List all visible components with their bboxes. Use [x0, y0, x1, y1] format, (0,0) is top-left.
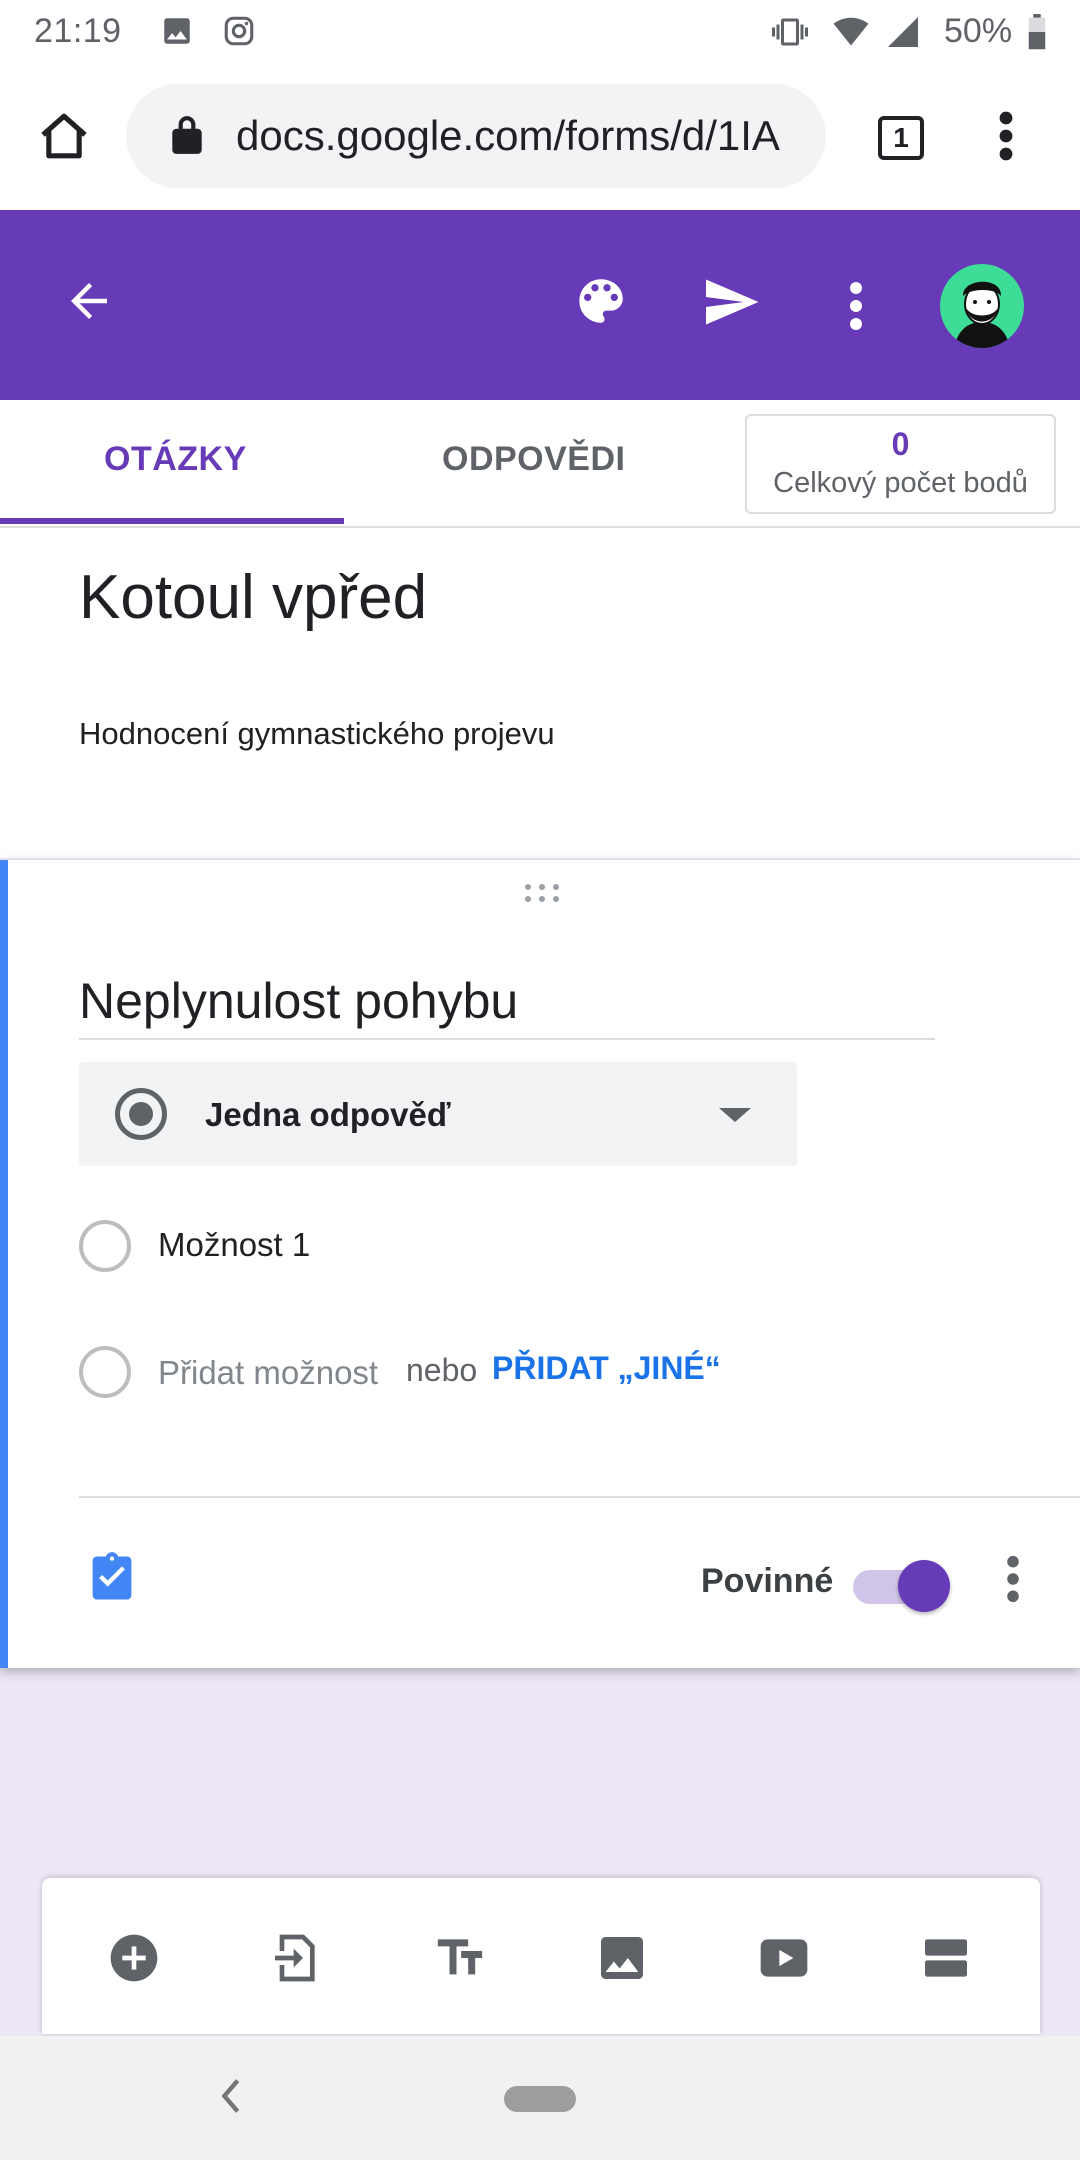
question-title-underline [79, 1038, 935, 1040]
import-questions-icon[interactable] [268, 1930, 324, 1991]
palette-icon[interactable] [572, 272, 630, 335]
form-description[interactable]: Hodnocení gymnastického projevu [79, 716, 555, 752]
battery-icon [1026, 14, 1048, 55]
add-video-icon[interactable] [756, 1930, 812, 1991]
battery-percent: 50% [944, 12, 1013, 50]
radio-button-icon [115, 1088, 167, 1140]
instagram-icon [222, 14, 256, 53]
form-header: Kotoul vpřed Hodnocení gymnastického pro… [0, 528, 1080, 858]
add-image-icon[interactable] [594, 1930, 650, 1991]
bottom-toolbar [42, 1878, 1040, 2034]
required-label: Povinné [701, 1562, 834, 1600]
or-text: nebo [406, 1352, 478, 1388]
add-option-radio-icon [79, 1346, 131, 1398]
add-other-button[interactable]: PŘIDAT „JINÉ“ [492, 1350, 721, 1387]
active-card-accent [0, 860, 8, 1668]
more-vert-icon[interactable] [836, 280, 876, 337]
home-icon[interactable] [36, 108, 92, 169]
form-title[interactable]: Kotoul vpřed [79, 562, 427, 633]
status-time: 21:19 [34, 12, 122, 50]
total-points-box: 0 Celkový počet bodů [745, 414, 1056, 514]
more-vert-icon[interactable] [986, 110, 1026, 167]
drag-handle-icon[interactable] [522, 882, 562, 909]
forms-app-bar [0, 210, 1080, 400]
dropdown-arrow-icon [719, 1108, 751, 1122]
nav-home-pill[interactable] [504, 2086, 576, 2112]
question-type-dropdown[interactable]: Jedna odpověď [79, 1062, 797, 1166]
add-title-icon[interactable] [432, 1930, 488, 1991]
question-type-label: Jedna odpověď [205, 1096, 451, 1133]
send-icon[interactable] [700, 272, 762, 337]
vibrate-icon [770, 14, 810, 55]
back-arrow-icon[interactable] [62, 274, 116, 333]
total-points-value: 0 [891, 426, 910, 462]
tabs-icon[interactable]: 1 [878, 116, 924, 160]
question-card[interactable]: Neplynulost pohybu Jedna odpověď Možnost… [0, 860, 1080, 1668]
add-option-input[interactable]: Přidat možnost [158, 1354, 378, 1392]
signal-icon [884, 14, 922, 55]
total-points-label: Celkový počet bodů [773, 467, 1028, 499]
active-tab-indicator [0, 518, 344, 524]
required-toggle-knob[interactable] [898, 1560, 950, 1612]
more-vert-icon[interactable] [1000, 1554, 1026, 1609]
url-text: docs.google.com/forms/d/1IA [236, 112, 780, 159]
tab-responses[interactable]: ODPOVĚDI [442, 440, 625, 479]
option-radio-icon [79, 1220, 131, 1272]
system-navigation-bar [0, 2036, 1080, 2160]
tab-questions[interactable]: OTÁZKY [104, 440, 247, 479]
browser-toolbar: docs.google.com/forms/d/1IA 1 [0, 64, 1080, 210]
card-divider [79, 1496, 1080, 1498]
lock-icon [170, 114, 204, 161]
question-title[interactable]: Neplynulost pohybu [79, 972, 518, 1030]
image-icon [160, 14, 194, 53]
avatar[interactable] [940, 264, 1024, 348]
add-question-icon[interactable] [106, 1930, 162, 1991]
option-1-label[interactable]: Možnost 1 [158, 1226, 310, 1264]
add-section-icon[interactable] [918, 1930, 974, 1991]
nav-back-icon[interactable] [216, 2074, 246, 2123]
address-bar[interactable]: docs.google.com/forms/d/1IA [126, 84, 826, 188]
tabs-bar: OTÁZKY ODPOVĚDI 0 Celkový počet bodů [0, 400, 1080, 528]
answer-key-icon[interactable] [86, 1550, 138, 1611]
status-bar: 21:19 50% [0, 0, 1080, 64]
wifi-icon [830, 14, 872, 55]
